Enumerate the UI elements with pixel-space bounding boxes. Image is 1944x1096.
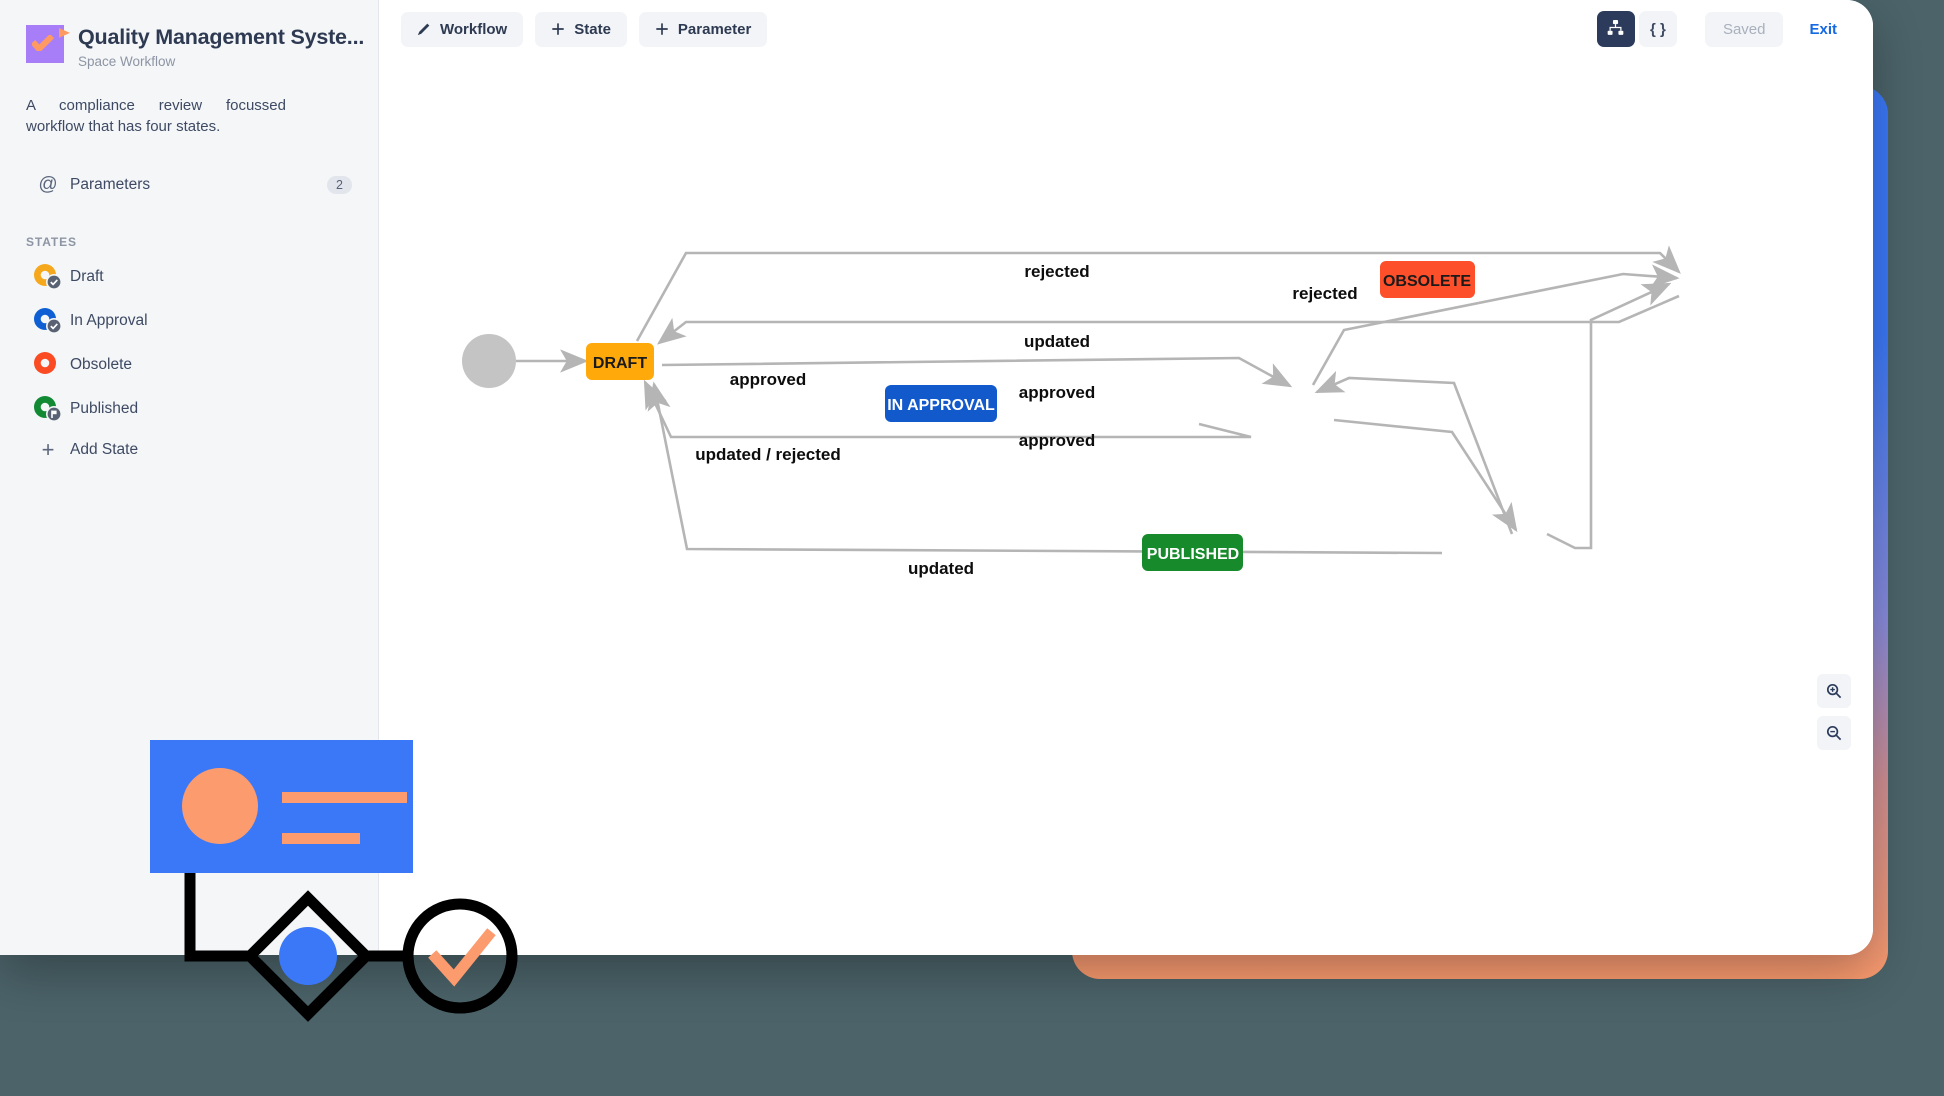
zoom-out-button[interactable] [1817,716,1851,750]
diagram-edge-labels: rejected rejected updated approved updat… [695,262,1357,578]
workflow-canvas[interactable]: Workflow State Parameter {} Saved Exit … [379,0,1873,955]
add-state-toolbar-button[interactable]: State [535,11,627,47]
edge-label-updated-rejected-inapproval-draft: updated / rejected [695,445,840,464]
quality-checkmark-logo-icon [26,25,70,63]
page-root: Quality Management Syste... Space Workfl… [0,0,1944,1096]
sidebar-item-label: Parameters [70,176,151,194]
node-published-label: PUBLISHED [1147,546,1239,563]
zoom-controls [1817,674,1851,750]
state-in-approval-icon [26,307,70,335]
edge-label-updated-published-draft: updated [908,559,974,578]
toolbar: Workflow State Parameter {} Saved Exit [379,0,1873,58]
edge-published-inapproval [1314,370,1514,535]
diagram-edges [516,245,1681,555]
view-json-button[interactable]: { } [1638,11,1677,47]
edge-label-approved-published-inapproval: approved [1019,383,1096,402]
view-mode-toggle: { } [1596,11,1677,47]
edit-workflow-button[interactable]: Workflow [401,11,524,47]
app-subtitle: Space Workflow [78,53,176,69]
sidebar-header: Quality Management Syste... Space Workfl… [0,20,378,69]
state-published-icon [26,395,70,423]
edge-label-updated-obsolete-draft: updated [1024,332,1090,351]
diagram-nodes: DRAFT IN APPROVAL OBSOLETE PUBLISHED [462,261,1475,571]
state-draft-icon [26,263,70,291]
workflow-description: A compliance review focussed workflow th… [26,96,286,136]
edit-workflow-label: Workflow [440,20,508,38]
edge-label-rejected-inapproval-obsolete: rejected [1292,284,1357,303]
add-parameter-label: Parameter [677,20,752,38]
sidebar-item-state-obsolete[interactable]: Obsolete [18,343,360,387]
parameters-count-badge: 2 [327,176,352,195]
add-state-label: Add State [70,441,139,459]
sidebar-item-state-draft[interactable]: Draft [18,255,360,299]
add-state-toolbar-label: State [574,20,611,38]
node-published[interactable]: PUBLISHED [1142,534,1243,571]
node-obsolete[interactable]: OBSOLETE [1380,261,1475,298]
edge-label-approved-draft-inapproval: approved [730,370,807,389]
edge-label-approved-inapproval-published: approved [1019,431,1096,450]
sidebar-item-parameters[interactable]: @ Parameters 2 [18,165,360,205]
zoom-in-button[interactable] [1817,674,1851,708]
exit-button[interactable]: Exit [1795,12,1851,47]
node-obsolete-label: OBSOLETE [1383,273,1471,290]
node-draft[interactable]: DRAFT [586,343,654,380]
edge-published-obsolete [1546,282,1672,550]
state-label: Obsolete [70,356,133,374]
state-obsolete-icon [26,351,70,379]
node-draft-label: DRAFT [593,355,647,372]
add-parameter-button[interactable]: Parameter [638,11,768,47]
edge-obsolete-draft [656,294,1680,345]
edge-draft-obsolete [635,245,1681,342]
node-in-approval-label: IN APPROVAL [887,397,995,414]
curly-braces-icon: { } [1650,20,1666,38]
states-section-heading: STATES [26,235,77,250]
plus-icon [655,22,669,36]
state-label: Draft [70,268,104,286]
edge-label-rejected-draft-obsolete: rejected [1024,262,1089,281]
edge-published-draft [647,381,1443,555]
page-title: Quality Management Syste... [78,25,365,49]
plus-icon [551,22,565,36]
pencil-icon [417,22,431,36]
state-label: Published [70,400,139,418]
edge-inapproval-obsolete [1311,264,1680,386]
state-label: In Approval [70,312,148,330]
view-graph-button[interactable] [1596,11,1635,47]
plus-icon: + [41,437,55,463]
at-icon: @ [38,174,58,196]
workflow-diagram[interactable]: DRAFT IN APPROVAL OBSOLETE PUBLISHED rej… [379,0,1873,955]
node-start[interactable] [462,334,516,388]
add-state-button[interactable]: + Add State [18,431,360,469]
sidebar-item-state-published[interactable]: Published [18,387,360,431]
hierarchy-icon [1607,19,1624,40]
workflow-flowchart-illustration-foreground [150,740,570,1096]
node-in-approval[interactable]: IN APPROVAL [885,385,997,422]
saved-status-button: Saved [1704,11,1784,47]
sidebar-item-state-in-approval[interactable]: In Approval [18,299,360,343]
